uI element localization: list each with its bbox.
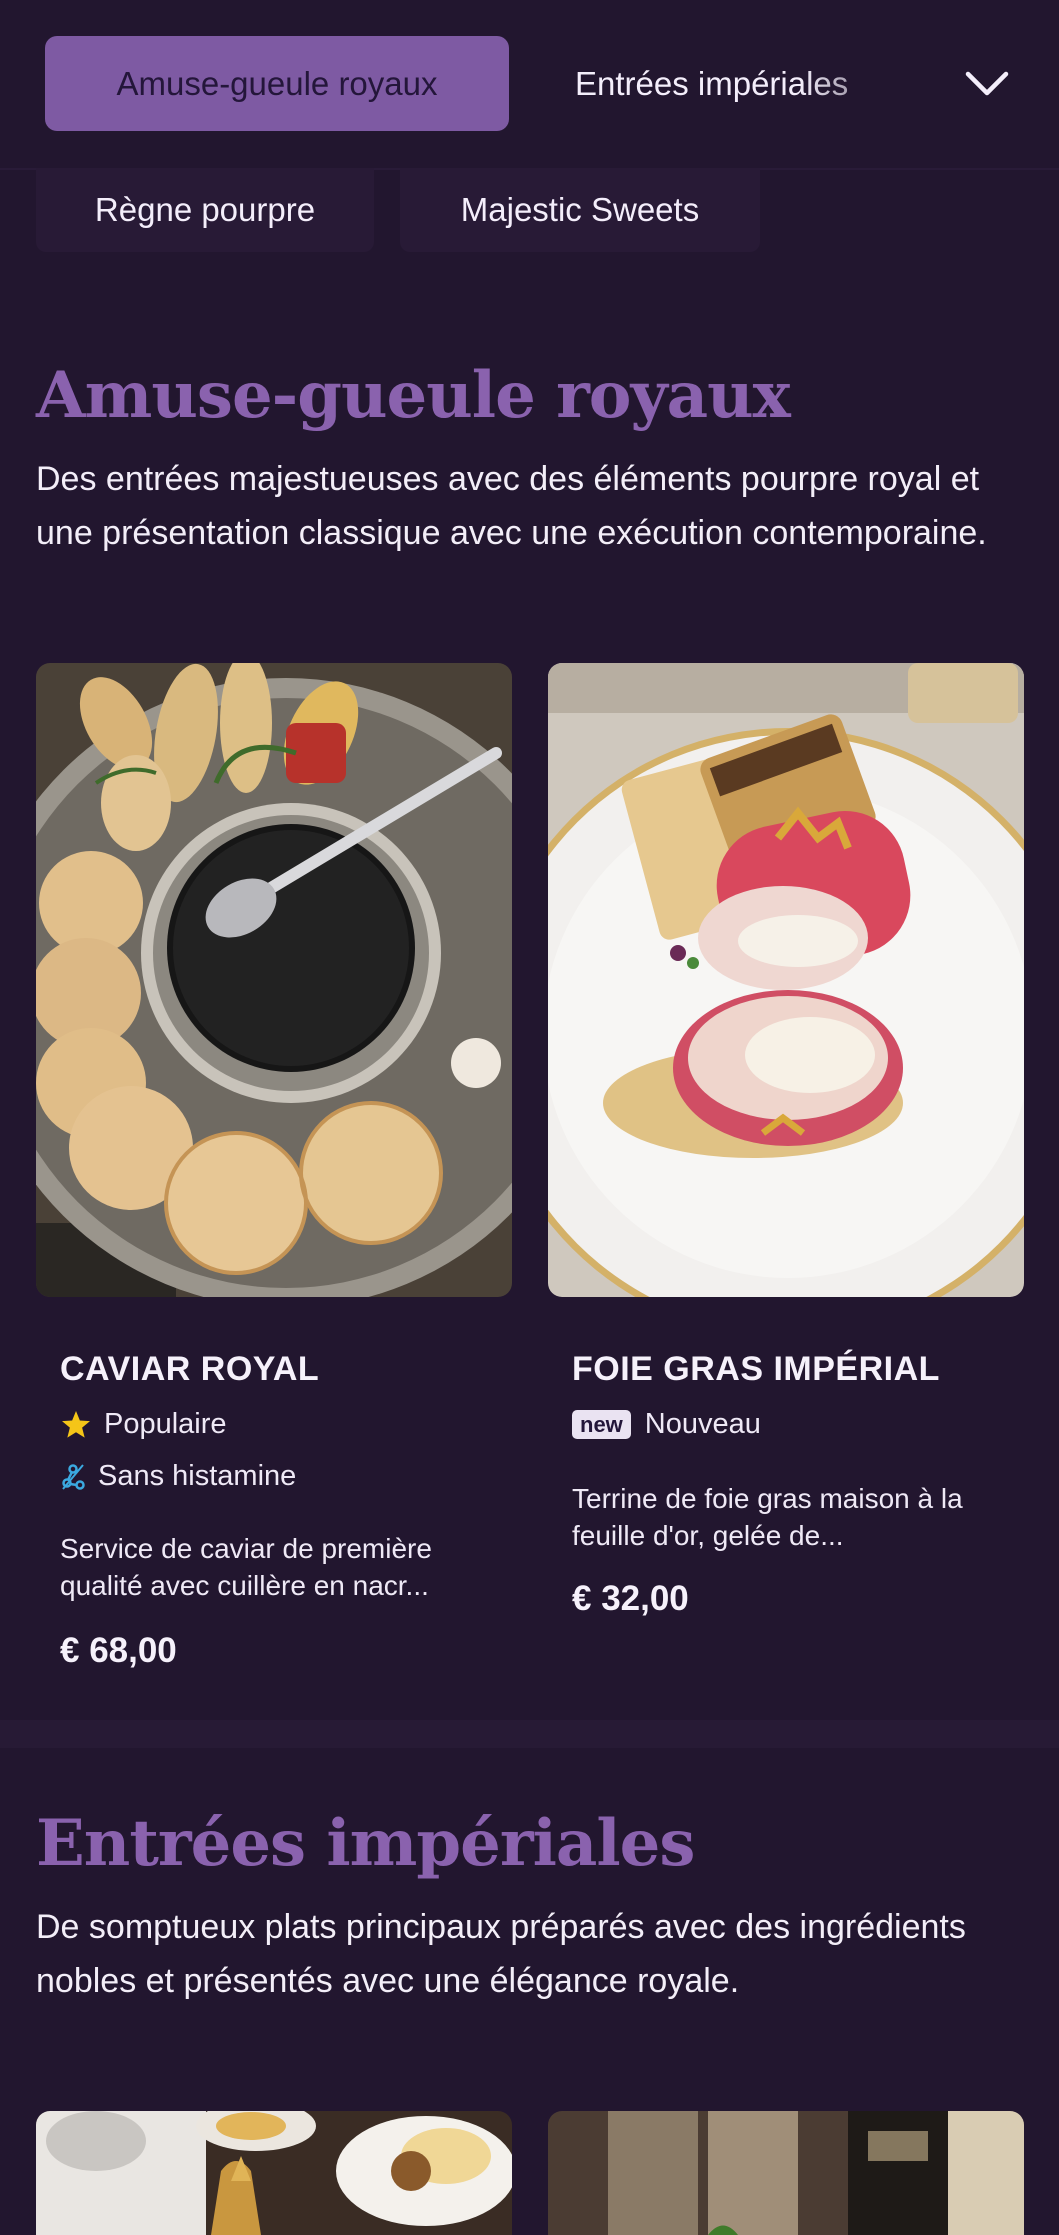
section-title: Amuse-gueule royaux bbox=[36, 358, 791, 433]
tab-regne-pourpre[interactable]: Règne pourpre bbox=[36, 168, 374, 252]
tag-label: Nouveau bbox=[644, 1408, 761, 1440]
dish-photo bbox=[548, 2111, 1024, 2235]
chevron-down-icon[interactable] bbox=[962, 62, 1012, 106]
new-badge: new bbox=[572, 1410, 631, 1439]
chip-label: Majestic Sweets bbox=[460, 191, 700, 228]
caviar-photo bbox=[36, 663, 512, 1297]
section-divider bbox=[0, 1720, 1059, 1748]
item-price: € 32,00 bbox=[572, 1579, 689, 1618]
section-description: De somptueux plats principaux préparés a… bbox=[36, 1908, 966, 2000]
tag-label: Sans histamine bbox=[98, 1460, 297, 1492]
histamine-free-icon bbox=[60, 1462, 86, 1492]
scroll-fade bbox=[800, 36, 920, 131]
item-description: Terrine de foie gras maison à la feuille… bbox=[572, 1483, 963, 1551]
item-name: CAVIAR ROYAL bbox=[60, 1350, 320, 1388]
tag-popular: Populaire bbox=[60, 1408, 227, 1441]
dish-photo bbox=[36, 2111, 512, 2235]
section-title: Entrées impériales bbox=[36, 1806, 695, 1881]
foie-gras-imperial-image[interactable] bbox=[548, 663, 1024, 1297]
dish-image[interactable] bbox=[548, 2111, 1024, 2235]
tab-amuse-gueule-royaux[interactable]: Amuse-gueule royaux bbox=[45, 36, 509, 131]
tag-label: Populaire bbox=[104, 1408, 227, 1440]
item-name: FOIE GRAS IMPÉRIAL bbox=[572, 1350, 940, 1388]
caviar-royal-image[interactable] bbox=[36, 663, 512, 1297]
chip-label: Règne pourpre bbox=[94, 191, 316, 228]
item-price: € 68,00 bbox=[60, 1631, 177, 1670]
tab-majestic-sweets[interactable]: Majestic Sweets bbox=[400, 168, 760, 252]
star-icon bbox=[60, 1409, 92, 1441]
category-nav: Amuse-gueule royaux Entrées impériales bbox=[0, 0, 1059, 168]
section-description: Des entrées majestueuses avec des élémen… bbox=[36, 460, 987, 552]
item-description: Service de caviar de première qualité av… bbox=[60, 1533, 432, 1601]
tag-new: new Nouveau bbox=[572, 1408, 761, 1441]
dish-image[interactable] bbox=[36, 2111, 512, 2235]
foie-gras-photo bbox=[548, 663, 1024, 1297]
tag-histamine-free: Sans histamine bbox=[60, 1460, 296, 1493]
tab-label: Amuse-gueule royaux bbox=[116, 64, 438, 102]
